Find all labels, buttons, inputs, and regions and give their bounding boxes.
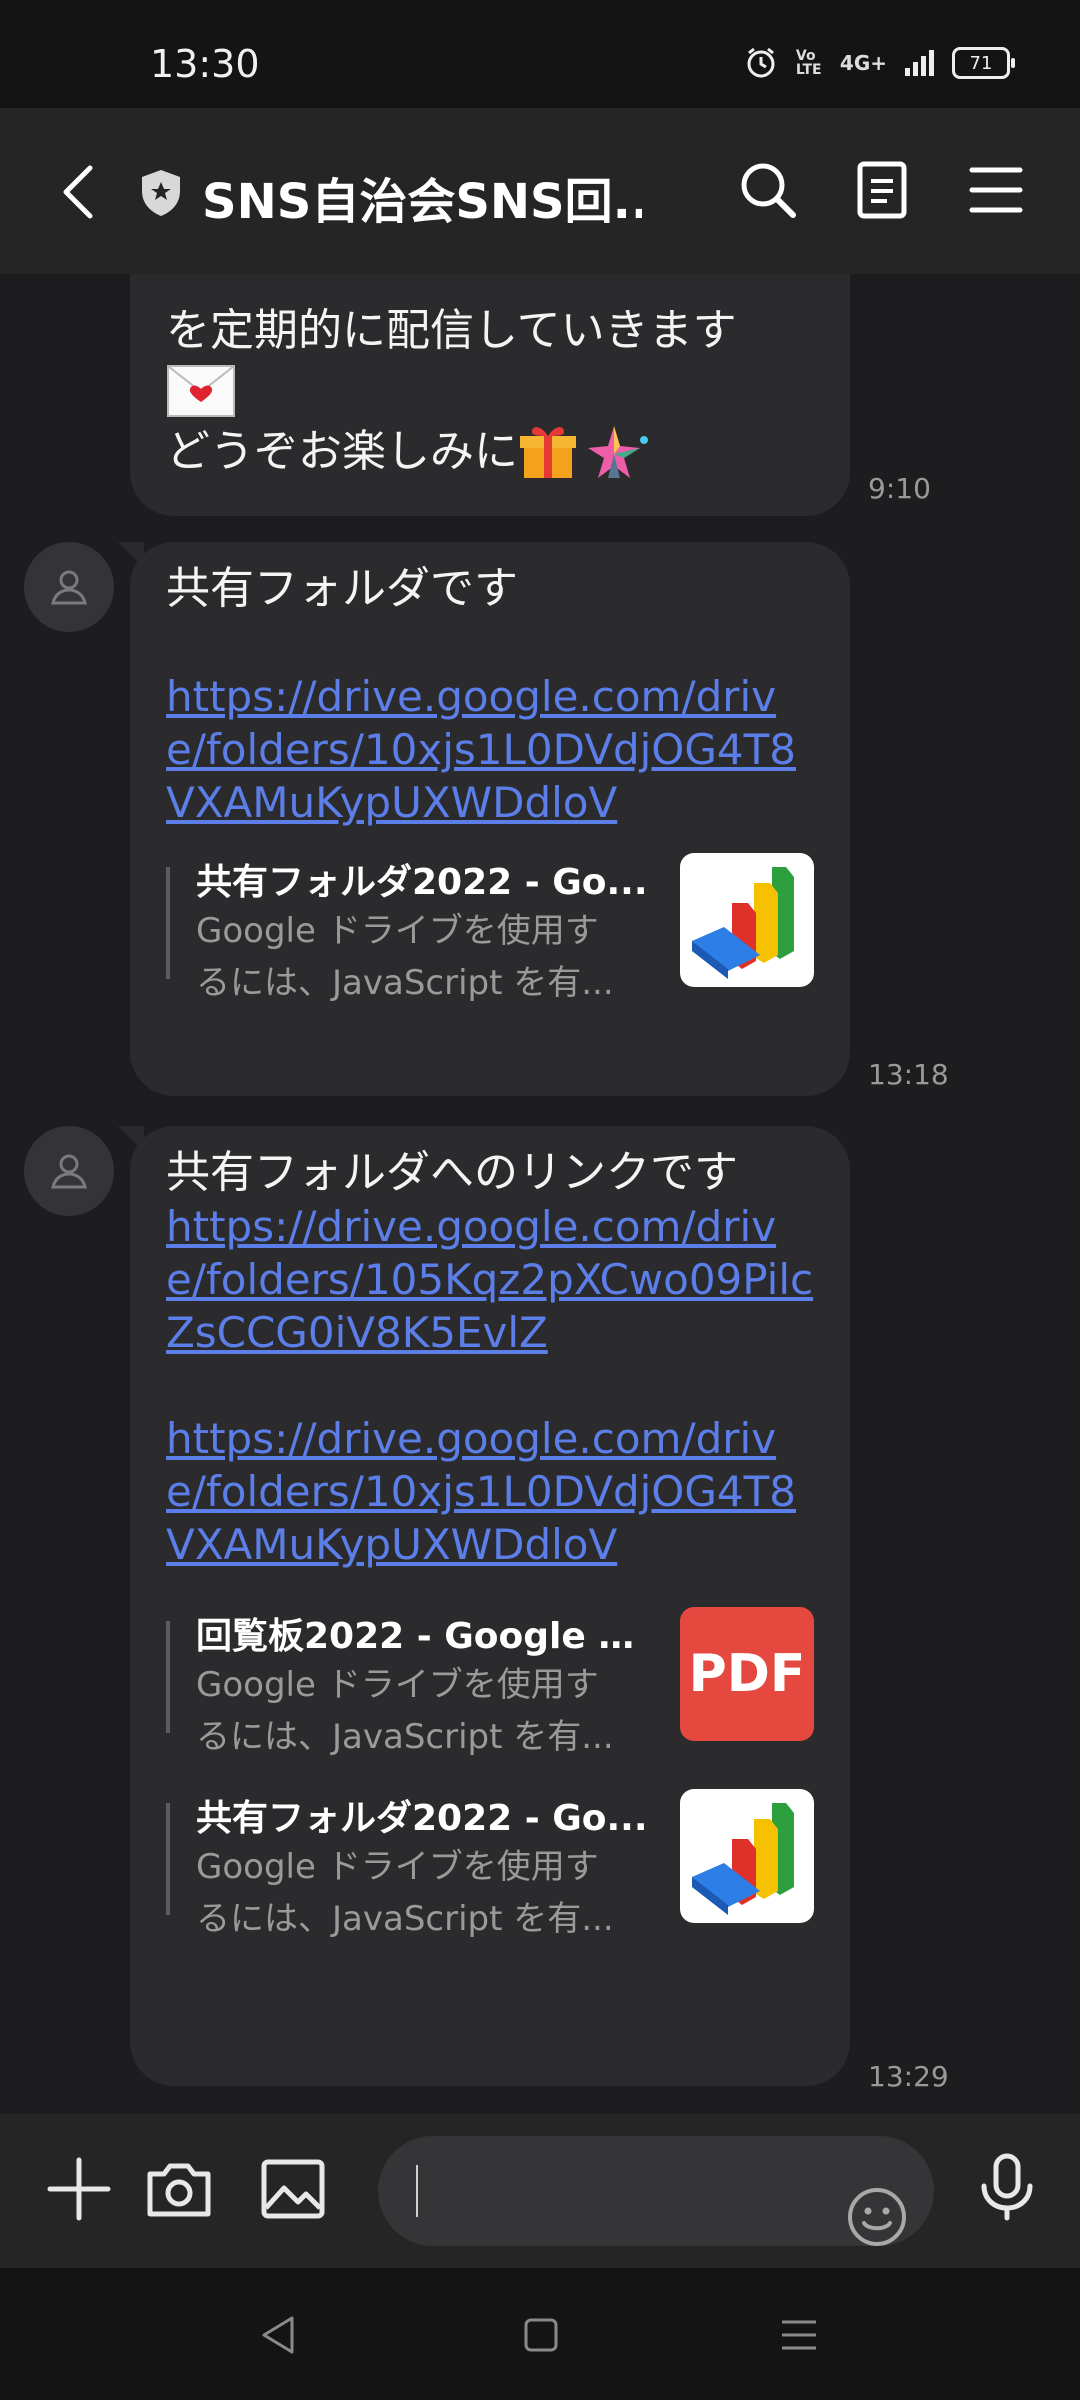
nav-home-icon[interactable] [520, 2314, 562, 2356]
avatar[interactable] [24, 542, 114, 632]
chat-title[interactable]: SNS自治会SNS回... [202, 162, 642, 232]
system-nav-bar [0, 2268, 1080, 2400]
drive-link[interactable]: https://drive.google.com/drive/folders/1… [166, 670, 814, 829]
preview-title: 共有フォルダ2022 - Go... [196, 1798, 648, 1839]
official-shield-icon [142, 170, 180, 216]
preview-desc-line: Google ドライブを使用す [196, 911, 599, 951]
message-time: 13:29 [868, 2060, 949, 2093]
notes-icon[interactable] [850, 158, 914, 222]
message-time: 13:18 [868, 1058, 949, 1091]
google-drive-icon [692, 867, 794, 979]
google-drive-icon [692, 1803, 794, 1915]
preview-description: Google ドライブを使用す るには、JavaScript を有... [196, 905, 616, 1009]
preview-desc-line: るには、JavaScript を有... [196, 1899, 614, 1939]
network-type: 4G+ [839, 51, 887, 75]
nav-recents-icon[interactable] [778, 2314, 820, 2356]
plus-icon[interactable] [44, 2154, 114, 2224]
preview-desc-line: るには、JavaScript を有... [196, 1717, 614, 1757]
message-bubble[interactable]: 共有フォルダへのリンクです https://drive.google.com/d… [118, 1126, 850, 2086]
chat-header: SNS自治会SNS回... [0, 108, 1080, 274]
preview-description: Google ドライブを使用す るには、JavaScript を有... [196, 1659, 616, 1763]
camera-icon[interactable] [144, 2154, 214, 2224]
preview-description: Google ドライブを使用す るには、JavaScript を有... [196, 1841, 616, 1945]
alarm-icon [747, 47, 775, 78]
link-preview-card[interactable]: 回覧板2022 - Google ド... Google ドライブを使用す るに… [166, 1607, 814, 1757]
drive-link[interactable]: https://drive.google.com/drive/folders/1… [166, 1412, 814, 1571]
volte-icon: Vo LTE [795, 48, 822, 78]
drive-link[interactable]: https://drive.google.com/drive/folders/1… [166, 1200, 814, 1359]
default-user-icon [51, 570, 87, 605]
message-bubble[interactable]: を定期的に配信していきます どうぞお楽しみに [130, 274, 850, 516]
message-text: 共有フォルダです [166, 563, 518, 614]
gift-emoji-icon [520, 427, 576, 478]
signal-icon [905, 50, 934, 76]
message-text: どうぞお楽しみに [166, 426, 518, 477]
message-text: 共有フォルダへのリンクです [166, 1147, 738, 1198]
preview-desc-line: Google ドライブを使用す [196, 1847, 599, 1887]
bubble-tail [118, 1126, 144, 1152]
search-icon[interactable] [736, 158, 800, 222]
preview-title: 共有フォルダ2022 - Go... [196, 862, 648, 903]
google-drive-thumbnail [680, 853, 814, 987]
link-preview-card[interactable]: 共有フォルダ2022 - Go... Google ドライブを使用す るには、J… [166, 1789, 814, 1939]
preview-bar [166, 1621, 170, 1733]
battery-icon: 71 [952, 47, 1015, 79]
emoji-icon[interactable] [846, 2186, 908, 2248]
preview-title: 回覧板2022 - Google ド... [196, 1616, 656, 1657]
message-text: を定期的に配信していきます [166, 305, 737, 356]
preview-bar [166, 1803, 170, 1915]
status-bar: 13:30 Vo LTE 4G+ 71 [0, 0, 1080, 108]
link-preview-card[interactable]: 共有フォルダ2022 - Go... Google ドライブを使用す るには、J… [166, 853, 814, 1003]
image-icon[interactable] [258, 2154, 328, 2224]
avatar[interactable] [24, 1126, 114, 1216]
message-time: 9:10 [868, 472, 931, 505]
message-input-bar [0, 2114, 1080, 2268]
pdf-thumbnail: PDF [680, 1607, 814, 1741]
microphone-icon[interactable] [972, 2152, 1042, 2222]
google-drive-thumbnail [680, 1789, 814, 1923]
nav-back-icon[interactable] [258, 2314, 300, 2356]
text-caret [416, 2165, 418, 2217]
sparkle-star-emoji-icon [588, 426, 648, 478]
preview-bar [166, 867, 170, 979]
preview-desc-line: Google ドライブを使用す [196, 1665, 599, 1705]
bubble-tail [118, 542, 144, 568]
status-icons: Vo LTE 4G+ 71 [744, 46, 1015, 80]
status-time: 13:30 [150, 42, 260, 86]
menu-icon[interactable] [964, 158, 1028, 222]
message-bubble[interactable]: 共有フォルダです https://drive.google.com/drive/… [118, 542, 850, 1096]
default-user-icon [51, 1154, 87, 1189]
preview-desc-line: るには、JavaScript を有... [196, 963, 614, 1003]
love-letter-emoji-icon [167, 365, 235, 417]
chat-area[interactable]: を定期的に配信していきます どうぞお楽しみに 9:10 共有フォルダです htt… [0, 274, 1080, 2114]
back-arrow-icon[interactable] [58, 164, 98, 220]
